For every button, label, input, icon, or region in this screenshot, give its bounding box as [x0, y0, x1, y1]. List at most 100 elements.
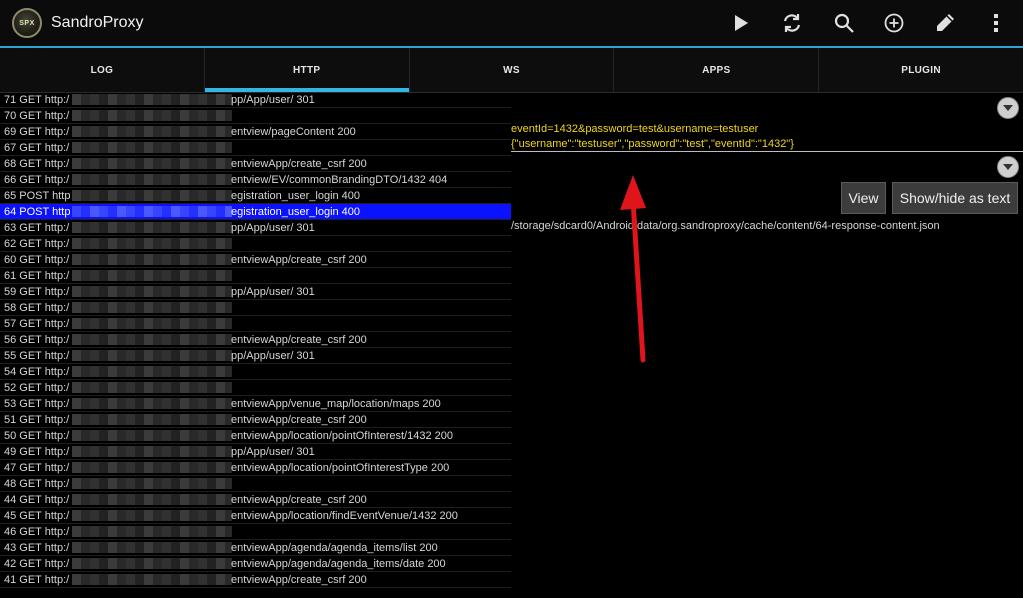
request-method-label: 47 GET http:/: [4, 462, 70, 474]
request-row[interactable]: 51 GET http:/ entviewApp/create_csrf 200: [0, 412, 511, 428]
request-method-label: 58 GET http:/: [4, 302, 70, 314]
play-icon[interactable]: [729, 11, 753, 35]
request-detail-panel: eventId=1432&password=test&username=test…: [511, 92, 1023, 598]
redacted-host: [72, 494, 232, 505]
request-row[interactable]: 62 GET http:/: [0, 236, 511, 252]
request-path-status: entview/EV/commonBrandingDTO/1432 404: [231, 174, 448, 186]
tab-apps[interactable]: APPS: [614, 48, 820, 92]
redacted-host: [72, 190, 232, 201]
request-method-label: 63 GET http:/: [4, 222, 70, 234]
redacted-host: [72, 414, 232, 425]
overflow-menu-icon[interactable]: [984, 11, 1008, 35]
redacted-host: [72, 478, 232, 489]
request-method-label: 55 GET http:/: [4, 350, 70, 362]
redacted-host: [72, 318, 232, 329]
divider: [511, 151, 1023, 152]
request-row[interactable]: 54 GET http:/: [0, 364, 511, 380]
request-path-status: entviewApp/location/findEventVenue/1432 …: [231, 510, 458, 522]
action-bar: SPX SandroProxy: [0, 0, 1023, 48]
request-path-status: pp/App/user/ 301: [231, 222, 315, 234]
redacted-host: [72, 206, 232, 217]
request-row[interactable]: 48 GET http:/: [0, 476, 511, 492]
request-expand-button[interactable]: [997, 97, 1019, 119]
request-method-label: 57 GET http:/: [4, 318, 70, 330]
request-row[interactable]: 66 GET http:/ entview/EV/commonBrandingDT…: [0, 172, 511, 188]
request-row[interactable]: 53 GET http:/ entviewApp/venue_map/locati…: [0, 396, 511, 412]
request-row[interactable]: 43 GET http:/ entviewApp/agenda/agenda_it…: [0, 540, 511, 556]
request-row[interactable]: 64 POST http egistration_user_login 400: [0, 204, 511, 220]
request-method-label: 44 GET http:/: [4, 494, 70, 506]
redacted-host: [72, 302, 232, 313]
request-method-label: 67 GET http:/: [4, 142, 70, 154]
request-method-label: 45 GET http:/: [4, 510, 70, 522]
add-circle-icon[interactable]: [882, 11, 906, 35]
app-logo-icon: SPX: [12, 8, 42, 38]
request-method-label: 53 GET http:/: [4, 398, 70, 410]
request-method-label: 66 GET http:/: [4, 174, 70, 186]
request-row[interactable]: 45 GET http:/ entviewApp/location/findEve…: [0, 508, 511, 524]
request-row[interactable]: 60 GET http:/ entviewApp/create_csrf 200: [0, 252, 511, 268]
request-path-status: entviewApp/create_csrf 200: [231, 334, 367, 346]
request-row[interactable]: 70 GET http:/: [0, 108, 511, 124]
search-icon[interactable]: [832, 11, 856, 35]
request-method-label: 52 GET http:/: [4, 382, 70, 394]
request-row[interactable]: 71 GET http:/ pp/App/user/ 301: [0, 92, 511, 108]
request-path-status: pp/App/user/ 301: [231, 350, 315, 362]
redacted-host: [72, 286, 232, 297]
request-row[interactable]: 44 GET http:/ entviewApp/create_csrf 200: [0, 492, 511, 508]
tab-plugin[interactable]: PLUGIN: [819, 48, 1023, 92]
request-method-label: 49 GET http:/: [4, 446, 70, 458]
request-row[interactable]: 42 GET http:/ entviewApp/agenda/agenda_it…: [0, 556, 511, 572]
redacted-host: [72, 142, 232, 153]
request-row[interactable]: 69 GET http:/ entview/pageContent 200: [0, 124, 511, 140]
request-method-label: 71 GET http:/: [4, 94, 70, 106]
request-row[interactable]: 49 GET http:/ pp/App/user/ 301: [0, 444, 511, 460]
redacted-host: [72, 526, 232, 537]
redacted-host: [72, 382, 232, 393]
request-path-status: entviewApp/create_csrf 200: [231, 414, 367, 426]
tab-http[interactable]: HTTP: [204, 48, 410, 92]
request-row[interactable]: 68 GET http:/ entviewApp/create_csrf 200: [0, 156, 511, 172]
request-path-status: pp/App/user/ 301: [231, 446, 315, 458]
redacted-host: [72, 110, 232, 121]
request-row[interactable]: 55 GET http:/ pp/App/user/ 301: [0, 348, 511, 364]
request-method-label: 43 GET http:/: [4, 542, 70, 554]
request-method-label: 68 GET http:/: [4, 158, 70, 170]
request-row[interactable]: 57 GET http:/: [0, 316, 511, 332]
request-row[interactable]: 59 GET http:/ pp/App/user/ 301: [0, 284, 511, 300]
redacted-host: [72, 254, 232, 265]
request-row[interactable]: 65 POST http egistration_user_login 400: [0, 188, 511, 204]
redacted-host: [72, 430, 232, 441]
redacted-host: [72, 510, 232, 521]
request-method-label: 60 GET http:/: [4, 254, 70, 266]
request-path-status: entviewApp/create_csrf 200: [231, 494, 367, 506]
response-expand-button[interactable]: [997, 156, 1019, 178]
request-body-line-1: eventId=1432&password=test&username=test…: [511, 123, 759, 135]
request-row[interactable]: 63 GET http:/ pp/App/user/ 301: [0, 220, 511, 236]
request-row[interactable]: 56 GET http:/ entviewApp/create_csrf 200: [0, 332, 511, 348]
request-method-label: 65 POST http: [4, 190, 71, 202]
request-method-label: 59 GET http:/: [4, 286, 70, 298]
request-row[interactable]: 61 GET http:/: [0, 268, 511, 284]
request-row[interactable]: 41 GET http:/ entviewApp/create_csrf 200: [0, 572, 511, 588]
tab-log[interactable]: LOG: [0, 48, 205, 92]
request-row[interactable]: 58 GET http:/: [0, 300, 511, 316]
request-row[interactable]: 50 GET http:/ entviewApp/location/pointOf…: [0, 428, 511, 444]
redacted-host: [72, 350, 232, 361]
redacted-host: [72, 270, 232, 281]
redacted-host: [72, 334, 232, 345]
edit-icon[interactable]: [933, 11, 957, 35]
view-button[interactable]: View: [841, 182, 886, 214]
request-row[interactable]: 46 GET http:/: [0, 524, 511, 540]
redacted-host: [72, 542, 232, 553]
request-method-label: 42 GET http:/: [4, 558, 70, 570]
tab-ws[interactable]: WS: [410, 48, 615, 92]
refresh-icon[interactable]: [780, 11, 804, 35]
request-row[interactable]: 47 GET http:/ entviewApp/location/pointOf…: [0, 460, 511, 476]
request-row[interactable]: 67 GET http:/: [0, 140, 511, 156]
request-path-status: entview/pageContent 200: [231, 126, 356, 138]
request-method-label: 70 GET http:/: [4, 110, 70, 122]
show-hide-text-button[interactable]: Show/hide as text: [892, 182, 1018, 214]
request-path-status: egistration_user_login 400: [231, 190, 361, 202]
request-row[interactable]: 52 GET http:/: [0, 380, 511, 396]
